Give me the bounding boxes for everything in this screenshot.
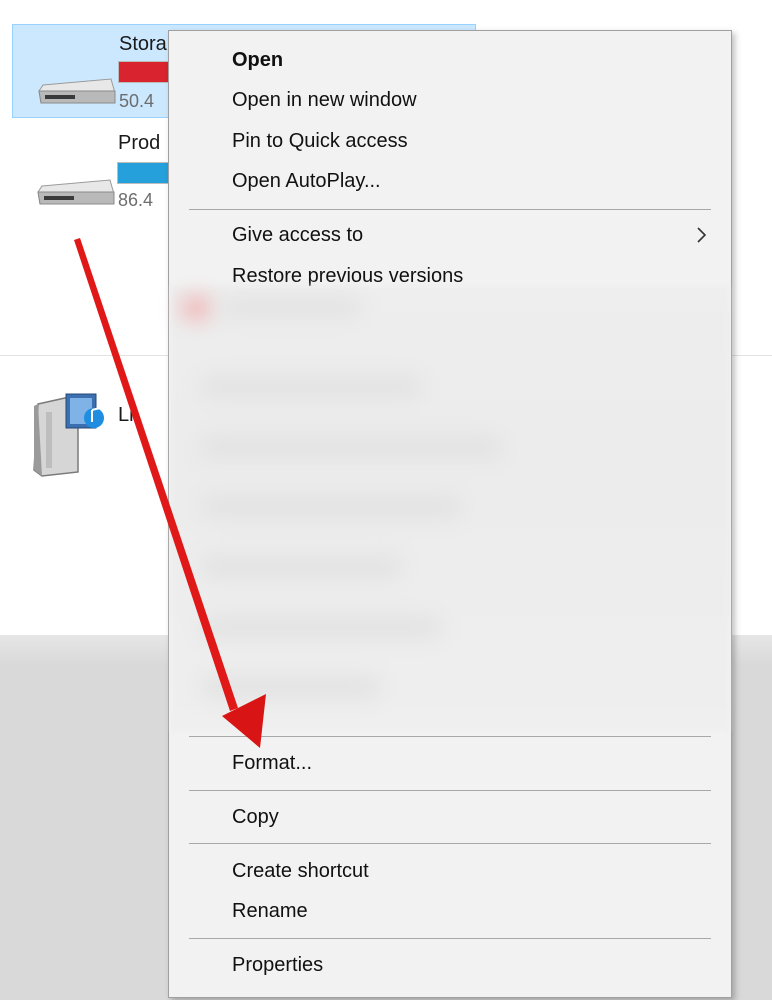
menu-item-label: Give access to <box>232 224 364 246</box>
menu-item-label: Open AutoPlay... <box>232 170 381 192</box>
menu-item-format[interactable]: Format... <box>169 743 731 783</box>
menu-item-label: Properties <box>232 954 324 976</box>
screenshot-page: Stora 50.4 Prod 86.4 Li Open Open in new… <box>0 0 772 1000</box>
menu-item-rename[interactable]: Rename <box>169 891 731 931</box>
blurred-menu-region <box>171 286 729 731</box>
menu-item-label: Open in new window <box>232 89 417 111</box>
chevron-right-icon <box>697 227 707 243</box>
menu-item-label: Create shortcut <box>232 860 369 882</box>
context-menu: Open Open in new window Pin to Quick acc… <box>168 30 732 998</box>
menu-separator <box>189 790 711 791</box>
menu-item-label: Rename <box>232 900 308 922</box>
menu-separator <box>189 938 711 939</box>
menu-separator <box>189 209 711 210</box>
menu-item-label: Pin to Quick access <box>232 130 408 152</box>
menu-item-pin-quick-access[interactable]: Pin to Quick access <box>169 121 731 161</box>
menu-item-label: Format... <box>232 752 313 774</box>
menu-item-open[interactable]: Open <box>169 40 731 80</box>
media-device-icon <box>33 393 104 477</box>
media-device-label[interactable]: Li <box>118 404 134 427</box>
menu-separator <box>189 843 711 844</box>
hard-drive-icon <box>37 179 115 205</box>
menu-item-copy[interactable]: Copy <box>169 797 731 837</box>
menu-item-create-shortcut[interactable]: Create shortcut <box>169 851 731 891</box>
hard-drive-icon <box>38 78 116 104</box>
menu-item-open-autoplay[interactable]: Open AutoPlay... <box>169 161 731 201</box>
menu-item-label: Copy <box>232 806 279 828</box>
drive-size: 50.4 <box>119 91 155 111</box>
menu-separator <box>189 736 711 737</box>
menu-item-label: Open <box>232 49 284 71</box>
menu-item-properties[interactable]: Properties <box>169 945 731 985</box>
menu-item-give-access[interactable]: Give access to <box>169 215 731 255</box>
drive-size: 86.4 <box>118 190 154 210</box>
drive-name: Prod <box>118 132 161 154</box>
drive-name: Stora <box>119 33 167 55</box>
menu-item-open-new-window[interactable]: Open in new window <box>169 80 731 120</box>
